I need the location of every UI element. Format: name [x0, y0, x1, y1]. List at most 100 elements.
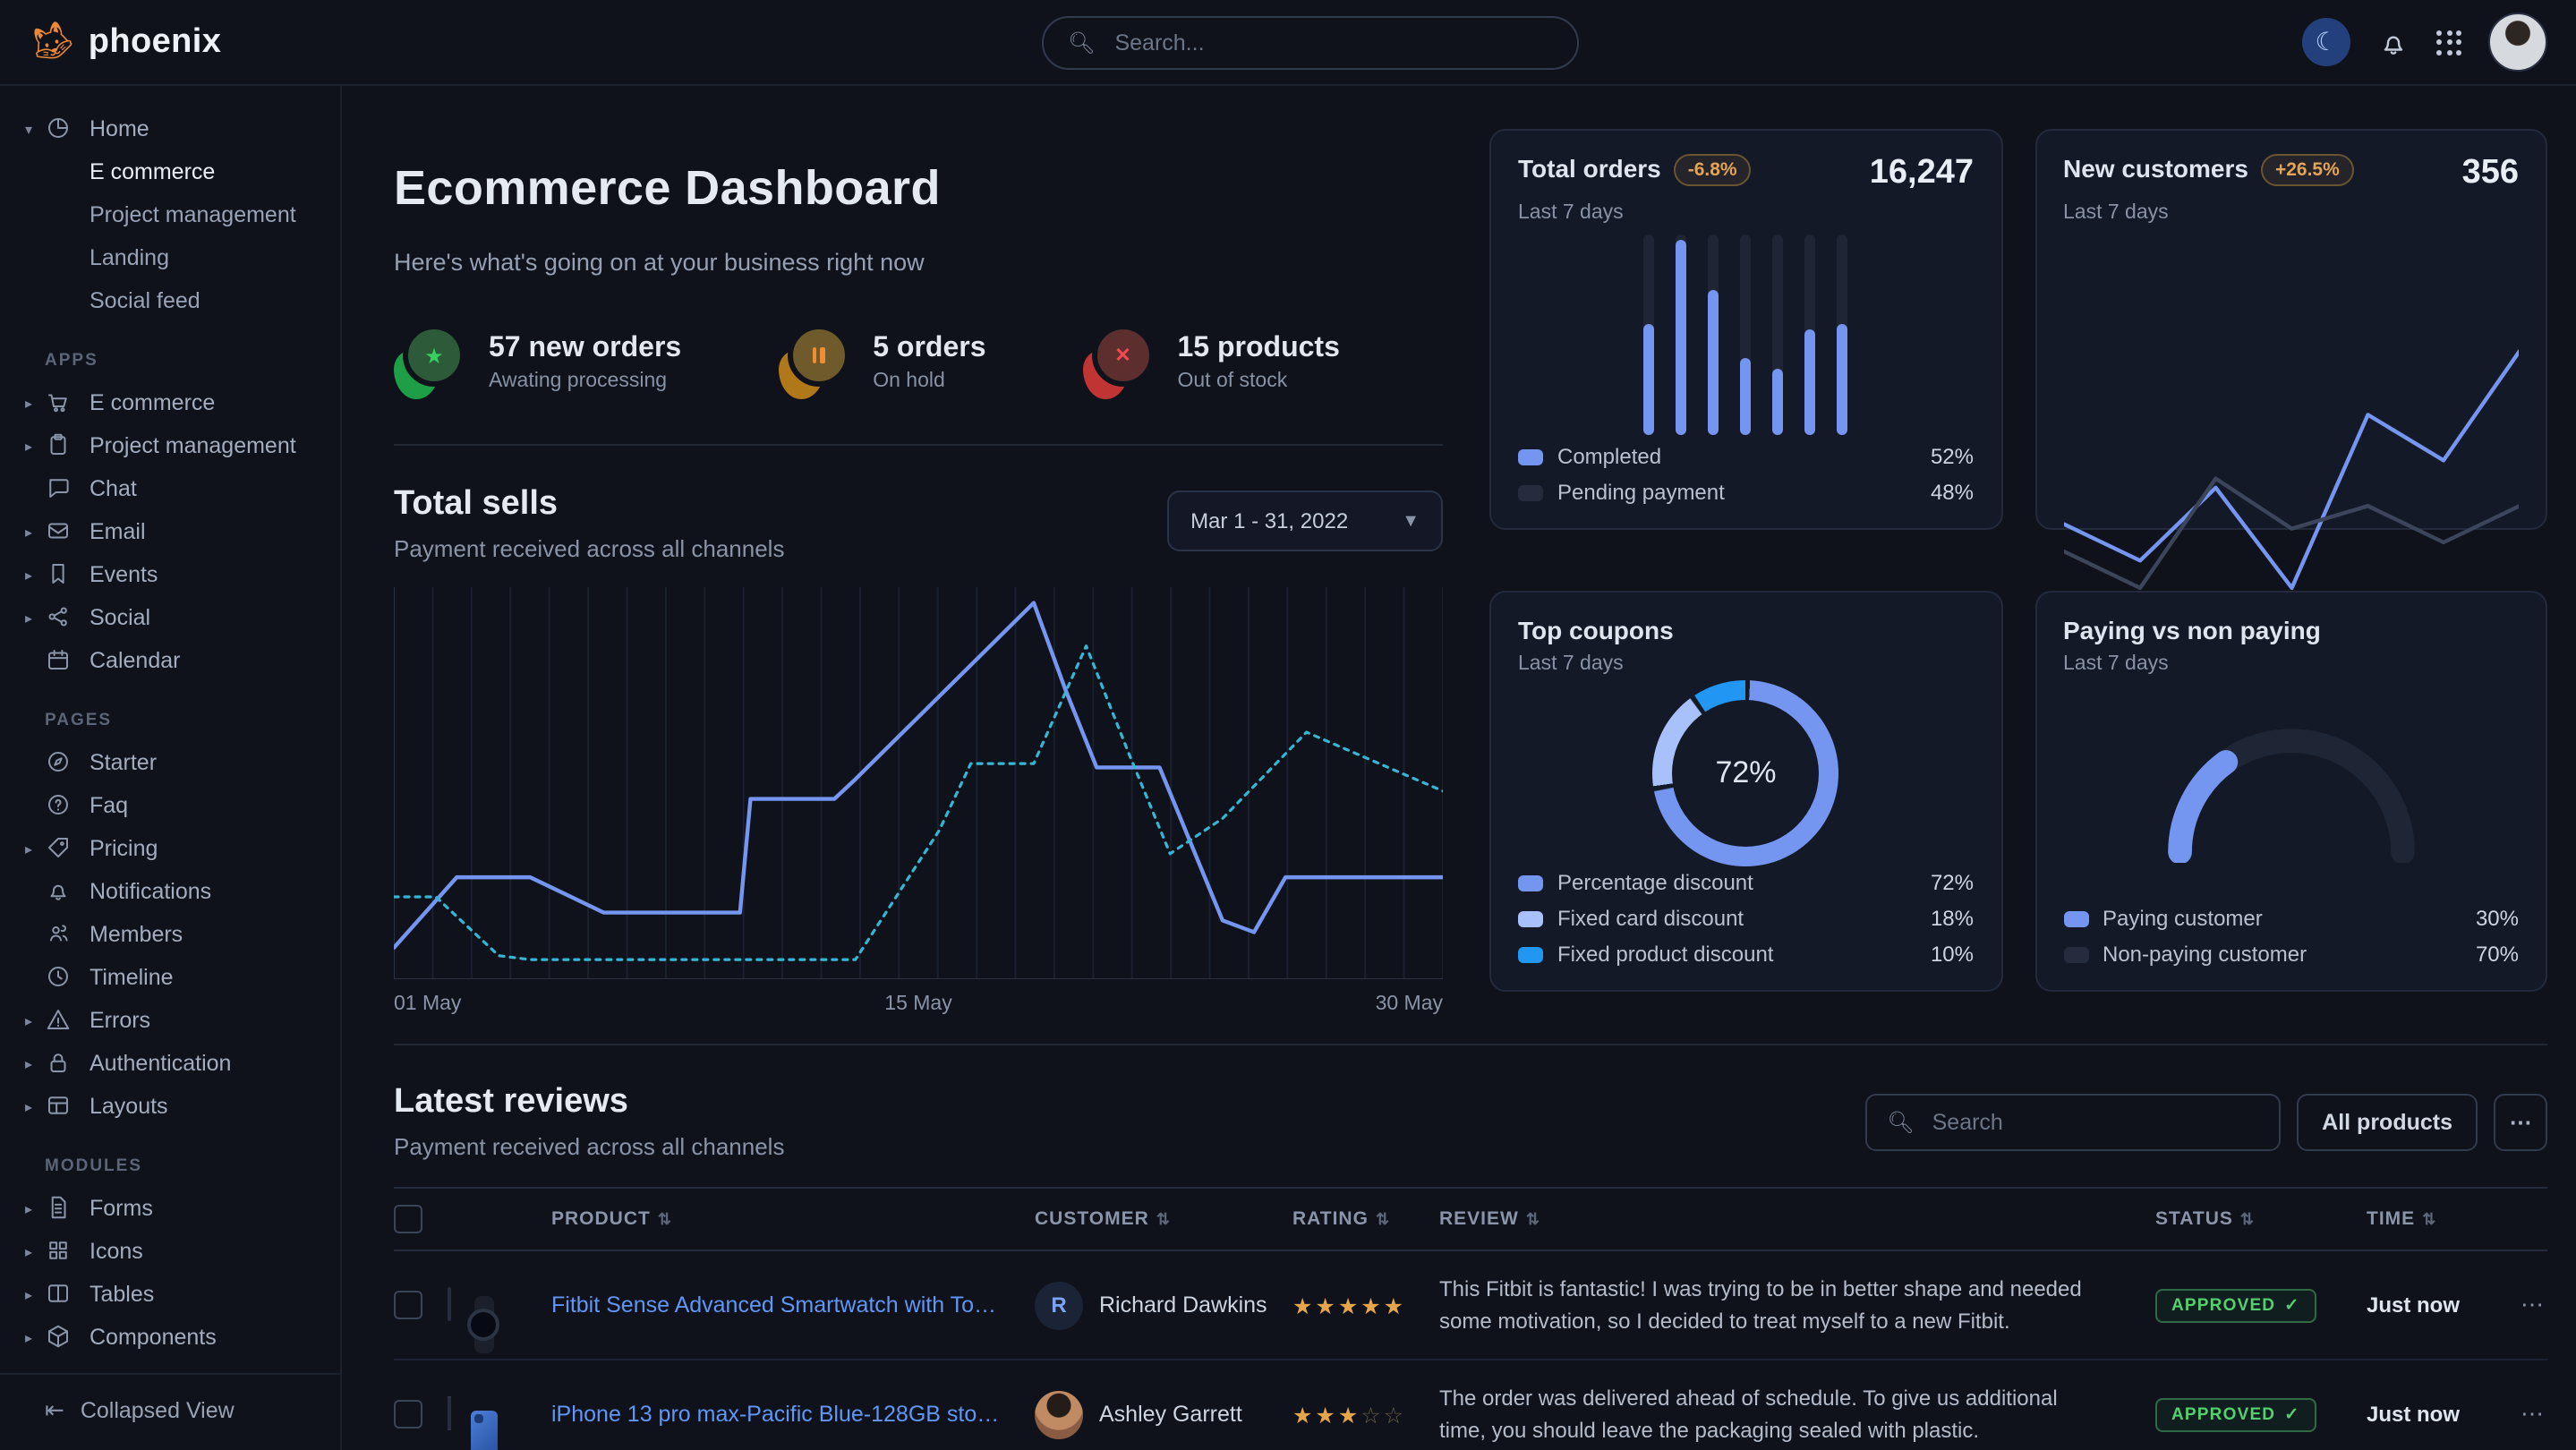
row-checkbox[interactable] [394, 1291, 422, 1319]
sidebar-item-events[interactable]: ▸Events [0, 553, 340, 596]
column-header-time[interactable]: TIME⇅ [2367, 1208, 2506, 1230]
caret-icon: ▸ [25, 840, 45, 857]
sidebar-item-layouts[interactable]: ▸Layouts [0, 1085, 340, 1128]
sidebar-item-chat[interactable]: Chat [0, 467, 340, 510]
top-bar-actions: ☾ [2302, 13, 2547, 72]
sidebar-item-label: Timeline [90, 965, 174, 990]
caret-icon: ▸ [25, 395, 45, 411]
reviews-search[interactable]: 🔍︎ [1865, 1093, 2281, 1150]
nav-section-label: PAGES [45, 711, 340, 730]
card-period: Last 7 days [2063, 653, 2519, 675]
stat-blob-icon [778, 324, 849, 399]
legend-value: 18% [1931, 906, 1974, 931]
sidebar-item-label: Members [90, 922, 183, 947]
apps-grid-button[interactable] [2436, 30, 2461, 55]
sidebar-subitem-project-management[interactable]: Project management [0, 193, 340, 236]
sidebar-subitem-e-commerce[interactable]: E commerce [0, 150, 340, 193]
order-bar [1709, 234, 1719, 434]
sidebar-item-home[interactable]: ▾Home [0, 107, 340, 150]
more-options-button[interactable]: ⋯ [2494, 1093, 2547, 1150]
sidebar-subitem-social-feed[interactable]: Social feed [0, 279, 340, 322]
caret-icon: ▸ [25, 1286, 45, 1302]
layout-icon [45, 1092, 73, 1121]
sidebar: ▾HomeE commerceProject managementLanding… [0, 86, 342, 1450]
sidebar-item-timeline[interactable]: Timeline [0, 956, 340, 999]
product-thumbnail[interactable] [448, 1396, 451, 1430]
compass-icon [45, 748, 73, 777]
notifications-button[interactable] [2377, 26, 2410, 58]
sidebar-item-components[interactable]: ▸Components [0, 1316, 340, 1359]
sidebar-subitem-landing[interactable]: Landing [0, 236, 340, 279]
all-products-button[interactable]: All products [2297, 1093, 2478, 1150]
column-header-product[interactable]: PRODUCT⇅ [551, 1208, 1035, 1230]
question-circle-icon [45, 791, 73, 820]
legend-swatch [1518, 946, 1543, 962]
column-header-rating[interactable]: RATING⇅ [1292, 1208, 1439, 1230]
review-row: iPhone 13 pro max-Pacific Blue-128GB sto… [394, 1360, 2547, 1450]
column-header-status[interactable]: STATUS⇅ [2155, 1208, 2367, 1230]
caret-icon: ▸ [25, 1329, 45, 1345]
grid-icon [45, 1237, 73, 1266]
column-header-review[interactable]: REVIEW⇅ [1439, 1208, 2155, 1230]
card-period: Last 7 days [1518, 653, 1974, 675]
reviews-search-input[interactable] [1929, 1107, 2260, 1136]
sidebar-item-members[interactable]: Members [0, 913, 340, 956]
dark-mode-toggle[interactable]: ☾ [2302, 18, 2350, 66]
column-header-customer[interactable]: CUSTOMER⇅ [1035, 1208, 1292, 1230]
sidebar-item-notifications[interactable]: Notifications [0, 870, 340, 913]
row-checkbox[interactable] [394, 1400, 422, 1429]
sidebar-item-authentication[interactable]: ▸Authentication [0, 1042, 340, 1085]
caret-icon: ▸ [25, 1012, 45, 1028]
page-title: Ecommerce Dashboard [394, 161, 1443, 217]
customer-avatar: R [1035, 1281, 1083, 1329]
sidebar-item-tables[interactable]: ▸Tables [0, 1273, 340, 1316]
sidebar-item-calendar[interactable]: Calendar [0, 639, 340, 682]
order-bar [1676, 234, 1687, 434]
global-search-input[interactable] [1111, 29, 1551, 57]
users-icon [45, 920, 73, 949]
sidebar-item-e-commerce[interactable]: ▸E commerce [0, 381, 340, 424]
app-root: 🦊︎ phoenix 🔍︎ ☾ ▾HomeE commerceProject m… [0, 0, 2576, 1450]
sidebar-item-label: Authentication [90, 1051, 231, 1076]
sidebar-item-pricing[interactable]: ▸Pricing [0, 827, 340, 870]
card-title: New customers [2063, 154, 2248, 183]
collapsed-view-toggle[interactable]: ⇤ Collapsed View [0, 1373, 340, 1450]
sidebar-item-forms[interactable]: ▸Forms [0, 1187, 340, 1230]
sidebar-item-icons[interactable]: ▸Icons [0, 1230, 340, 1273]
legend-value: 10% [1931, 942, 1974, 967]
sidebar-item-starter[interactable]: Starter [0, 741, 340, 784]
change-badge: -6.8% [1674, 154, 1752, 186]
date-range-select[interactable]: Mar 1 - 31, 2022 ▼ [1167, 490, 1443, 551]
bell-icon [2377, 26, 2410, 58]
calendar-icon [45, 646, 73, 675]
sidebar-item-label: Calendar [90, 648, 180, 673]
sidebar-item-errors[interactable]: ▸Errors [0, 999, 340, 1042]
main-content: Ecommerce Dashboard Here's what's going … [342, 86, 2576, 1450]
product-link[interactable]: iPhone 13 pro max-Pacific Blue-128GB sto… [551, 1402, 1035, 1427]
phoenix-logo-icon: 🦊︎ [22, 13, 81, 71]
sidebar-item-project-management[interactable]: ▸Project management [0, 424, 340, 467]
reviews-title: Latest reviews [394, 1083, 784, 1122]
quick-stats: ★57 new ordersAwating processing5 orders… [394, 324, 1443, 399]
row-more-button[interactable]: ⋯ [2506, 1400, 2547, 1429]
global-search[interactable]: 🔍︎ [1041, 16, 1578, 70]
user-avatar[interactable] [2488, 13, 2547, 72]
file-text-icon [45, 1194, 73, 1223]
donut-center-label: 72% [1715, 755, 1776, 790]
legend-row: Completed52% [1518, 444, 1974, 469]
order-bar [1805, 234, 1816, 434]
caret-icon: ▸ [25, 610, 45, 626]
row-more-button[interactable]: ⋯ [2506, 1291, 2547, 1319]
legend-label: Completed [1557, 444, 1661, 469]
sidebar-item-email[interactable]: ▸Email [0, 510, 340, 553]
sidebar-item-faq[interactable]: Faq [0, 784, 340, 827]
total-sells-subtitle: Payment received across all channels [394, 535, 784, 562]
nav-section-label: APPS [45, 351, 340, 371]
product-thumbnail[interactable] [448, 1287, 451, 1321]
hero-and-sells: Ecommerce Dashboard Here's what's going … [394, 129, 1443, 1015]
product-link[interactable]: Fitbit Sense Advanced Smartwatch with To… [551, 1292, 1035, 1318]
sidebar-item-social[interactable]: ▸Social [0, 596, 340, 639]
paying-gauge-chart [2063, 675, 2519, 906]
logo[interactable]: 🦊︎ phoenix [29, 20, 221, 64]
select-all-checkbox[interactable] [394, 1205, 422, 1233]
